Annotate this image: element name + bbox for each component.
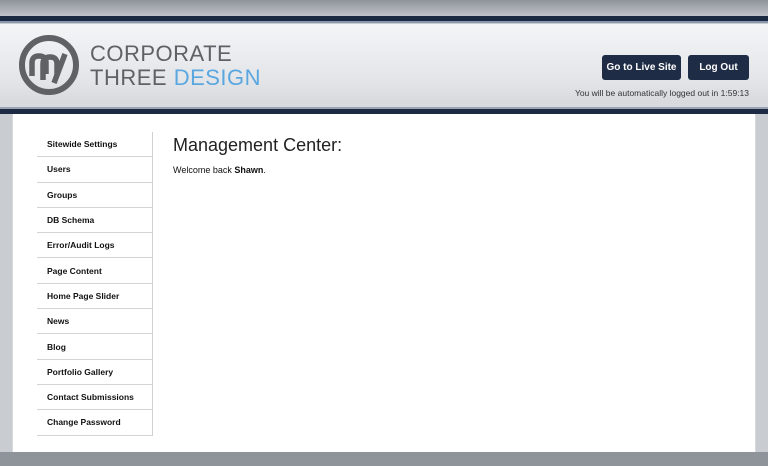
go-to-live-site-button[interactable]: Go to Live Site	[602, 55, 681, 80]
welcome-message: Welcome back Shawn.	[173, 165, 266, 175]
brand-wordmark[interactable]: CORPORATE THREE DESIGN	[90, 42, 261, 90]
brand-line1: CORPORATE	[90, 41, 233, 66]
brand-line2-three: THREE	[90, 65, 168, 90]
welcome-username: Shawn	[234, 165, 264, 175]
header-top-stripe	[0, 16, 768, 23]
sidebar-item-db-schema[interactable]: DB Schema	[37, 208, 152, 234]
page-title: Management Center:	[173, 135, 343, 155]
session-timer-text: You will be automatically logged out in …	[574, 88, 749, 98]
brand-line2-design: DESIGN	[173, 65, 262, 90]
sidebar-item-users[interactable]: Users	[37, 157, 152, 183]
sidebar-item-home-page-slider[interactable]: Home Page Slider	[37, 284, 152, 310]
sidebar-item-error-audit-logs[interactable]: Error/Audit Logs	[37, 233, 152, 259]
sidebar-item-groups[interactable]: Groups	[37, 183, 152, 208]
sidebar-item-contact-submissions[interactable]: Contact Submissions	[37, 385, 152, 411]
sidebar-item-change-password[interactable]: Change Password	[37, 410, 152, 436]
corporate-three-design-logo-icon[interactable]	[18, 34, 80, 96]
log-out-button[interactable]: Log Out	[688, 55, 749, 80]
header-bottom-stripe	[0, 104, 768, 114]
welcome-suffix: .	[263, 165, 266, 175]
sidebar-item-sitewide-settings[interactable]: Sitewide Settings	[37, 132, 152, 158]
sidebar-nav: Sitewide Settings Users Groups DB Schema…	[37, 132, 153, 436]
welcome-prefix: Welcome back	[173, 165, 235, 175]
sidebar-item-portfolio-gallery[interactable]: Portfolio Gallery	[37, 360, 152, 385]
brand-line2: THREE DESIGN	[90, 66, 261, 90]
footer-bar	[0, 452, 768, 466]
sidebar-item-news[interactable]: News	[37, 309, 152, 335]
sidebar-item-page-content[interactable]: Page Content	[37, 258, 152, 284]
sidebar-item-blog[interactable]: Blog	[37, 334, 152, 360]
